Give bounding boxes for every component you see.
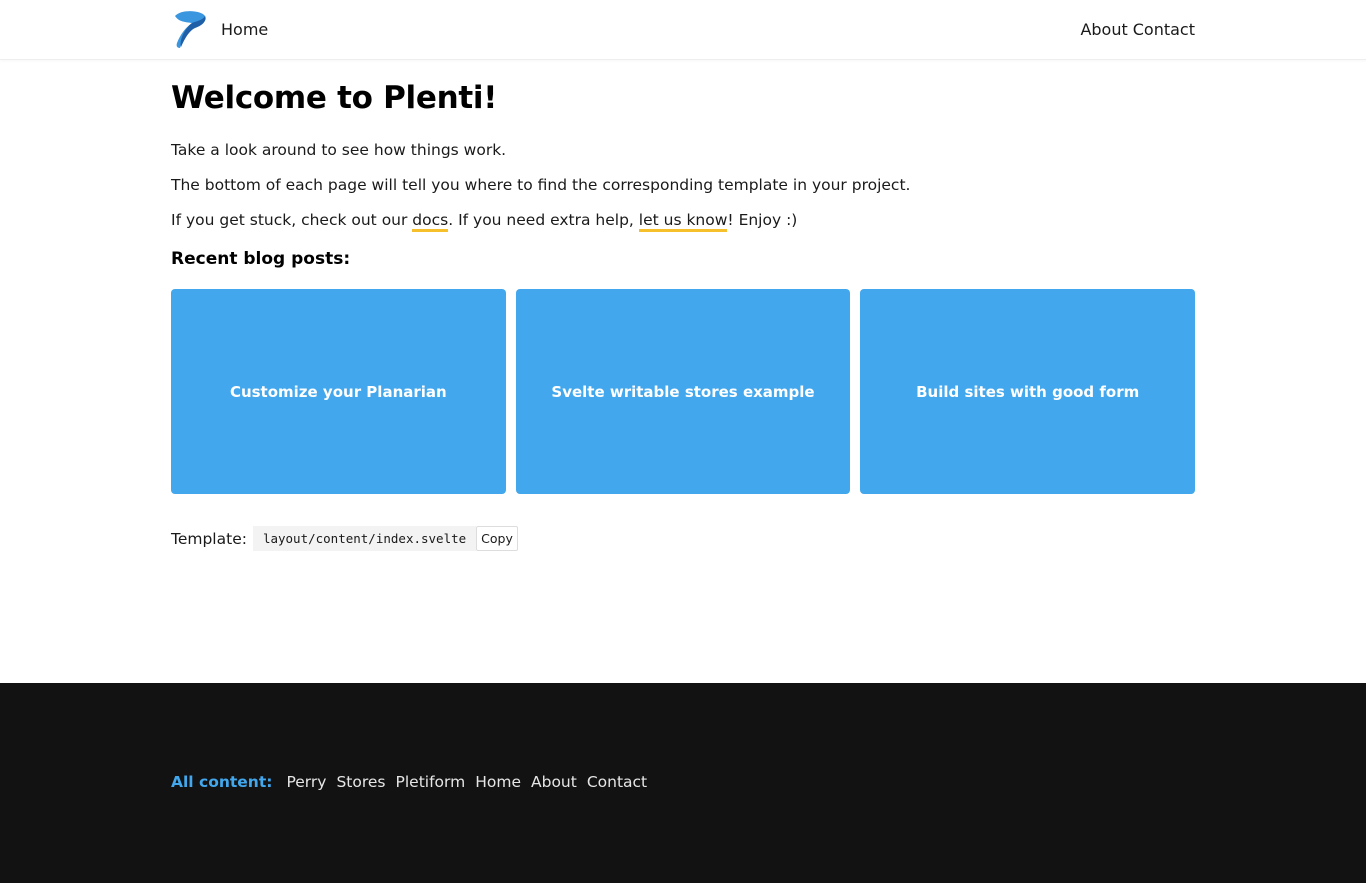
- docs-link[interactable]: docs: [412, 211, 449, 232]
- blog-card-title: Customize your Planarian: [229, 382, 447, 401]
- recent-posts-heading: Recent blog posts:: [171, 249, 351, 269]
- help-paragraph: If you get stuck, check out our docs. If…: [171, 211, 798, 232]
- footer-link-home[interactable]: Home: [475, 773, 521, 791]
- site-footer: All content: Perry Stores Pletiform Home…: [0, 683, 1366, 883]
- blog-card[interactable]: Svelte writable stores example: [515, 289, 851, 494]
- nav-home-link[interactable]: Home: [221, 20, 268, 39]
- page-title: Welcome to Plenti!: [171, 80, 498, 116]
- blog-card[interactable]: Build sites with good form: [860, 289, 1196, 494]
- footer-link-stores[interactable]: Stores: [336, 773, 385, 791]
- footer-link-contact[interactable]: Contact: [587, 773, 647, 791]
- intro-paragraph: Take a look around to see how things wor…: [171, 141, 507, 159]
- help-text-after: ! Enjoy :): [727, 211, 798, 229]
- main-nav: About Contact: [1080, 20, 1195, 39]
- blog-card-title: Build sites with good form: [916, 382, 1140, 401]
- copy-button[interactable]: Copy: [476, 526, 518, 551]
- blog-card-title: Svelte writable stores example: [551, 382, 815, 401]
- plenti-logo-icon[interactable]: [171, 10, 209, 50]
- template-hint-paragraph: The bottom of each page will tell you wh…: [171, 176, 911, 194]
- help-text-before: If you get stuck, check out our: [171, 211, 413, 229]
- help-text-middle: . If you need extra help,: [448, 211, 639, 229]
- footer-label: All content:: [171, 773, 273, 791]
- nav-contact-link[interactable]: Contact: [1133, 20, 1195, 39]
- template-label: Template:: [171, 529, 247, 548]
- footer-content-links: All content: Perry Stores Pletiform Home…: [171, 773, 647, 791]
- nav-about-link[interactable]: About: [1080, 20, 1127, 39]
- footer-link-about[interactable]: About: [531, 773, 577, 791]
- footer-link-perry[interactable]: Perry: [286, 773, 326, 791]
- footer-link-pletiform[interactable]: Pletiform: [396, 773, 466, 791]
- site-header: Home About Contact: [0, 0, 1366, 60]
- blog-cards: Customize your Planarian Svelte writable…: [171, 289, 1196, 494]
- let-us-know-link[interactable]: let us know: [638, 211, 728, 232]
- blog-card[interactable]: Customize your Planarian: [171, 289, 506, 494]
- template-info: Template: layout/content/index.svelte Co…: [171, 526, 518, 551]
- template-path: layout/content/index.svelte: [252, 526, 477, 551]
